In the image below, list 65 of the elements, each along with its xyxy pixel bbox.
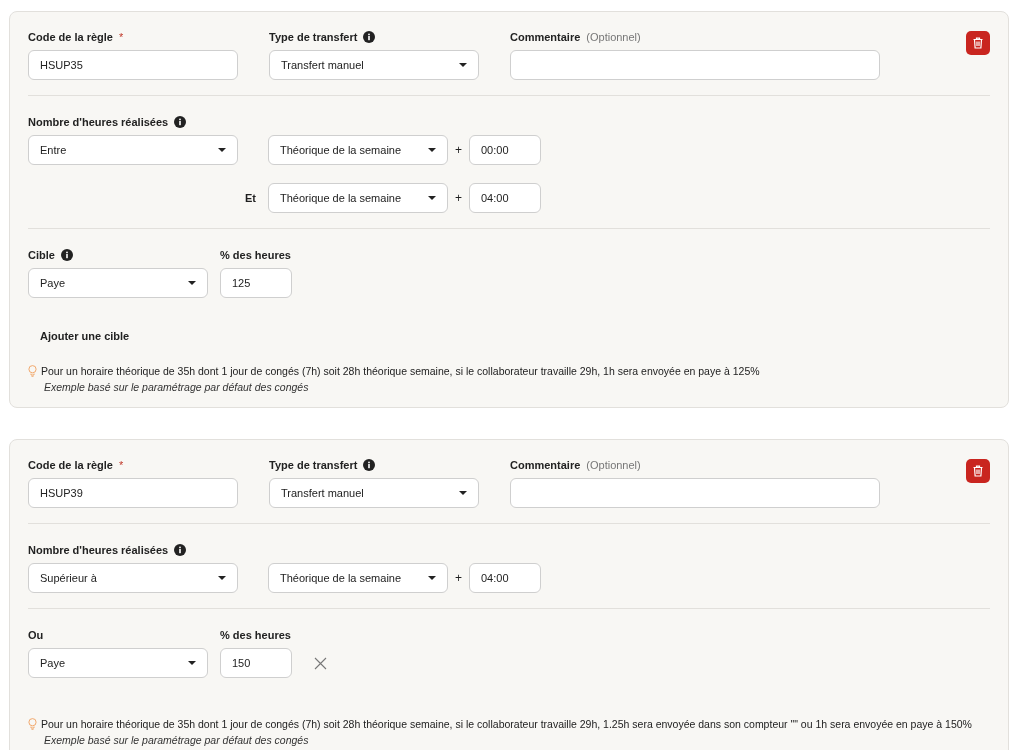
field-label: Nombre d'heures réalisées (28, 544, 169, 556)
info-icon (363, 459, 376, 471)
target-dropdown[interactable]: Paye (28, 648, 208, 678)
plus-sign: + (454, 571, 463, 585)
lightbulb-icon (28, 365, 37, 377)
caret-icon (218, 148, 226, 152)
operator-dropdown[interactable]: Entre (28, 135, 238, 165)
connector-label: Et (245, 192, 256, 204)
field-label: Code de la règle (28, 31, 113, 43)
field-label: Cible (28, 249, 55, 261)
caret-icon (428, 576, 436, 580)
info-icon (174, 544, 187, 556)
base-dropdown[interactable]: Théorique de la semaine (268, 183, 448, 213)
hint-note: Exemple basé sur le paramétrage par défaut des congés (44, 734, 310, 746)
caret-icon (188, 281, 196, 285)
caret-icon (428, 196, 436, 200)
caret-icon (459, 491, 467, 495)
add-target-link[interactable]: Ajouter une cible (40, 330, 130, 342)
offset-field[interactable]: 00:00 (469, 135, 541, 165)
plus-sign: + (454, 191, 463, 205)
field-label: % des heures (220, 249, 291, 261)
percent-field[interactable]: 150 (220, 648, 292, 678)
optional-hint: (Optionnel) (586, 459, 641, 471)
optional-hint: (Optionnel) (586, 31, 641, 43)
caret-icon (459, 63, 467, 67)
lightbulb-icon (28, 718, 37, 730)
close-icon (314, 656, 327, 670)
required-mark: * (119, 459, 124, 471)
field-label: Commentaire (510, 31, 581, 43)
remove-target-button[interactable] (314, 656, 327, 670)
offset-field[interactable]: 04:00 (469, 563, 541, 593)
trash-icon (972, 37, 984, 49)
comment-field[interactable] (510, 50, 880, 80)
target-dropdown[interactable]: Paye (28, 268, 208, 298)
plus-sign: + (454, 143, 463, 157)
caret-icon (218, 576, 226, 580)
base-dropdown[interactable]: Théorique de la semaine (268, 135, 448, 165)
comment-field[interactable] (510, 478, 880, 508)
caret-icon (188, 661, 196, 665)
hint-note: Exemple basé sur le paramétrage par défaut des congés (44, 381, 310, 393)
offset-field[interactable]: 04:00 (469, 183, 541, 213)
base-dropdown[interactable]: Théorique de la semaine (268, 563, 448, 593)
input-field[interactable]: HSUP39 (28, 478, 238, 508)
transfer-type-dropdown[interactable]: Transfert manuel (269, 478, 479, 508)
operator-dropdown[interactable]: Supérieur à (28, 563, 238, 593)
caret-icon (428, 148, 436, 152)
field-label: Nombre d'heures réalisées (28, 116, 169, 128)
field-label: Code de la règle (28, 459, 113, 471)
field-label: Ou (28, 629, 44, 641)
field-label: Type de transfert (269, 31, 358, 43)
hint-text: Pour un horaire théorique de 35h dont 1 jour de congés (7h) soit 28h théorique semaine, si le collaborateur travaille 29h, 1.25h sera envoyée dans son compteur "" ou 1h sera envoyée en paye à 150% (41, 718, 972, 730)
info-icon (363, 31, 376, 43)
info-icon (60, 249, 73, 261)
hint-text: Pour un horaire théorique de 35h dont 1 jour de congés (7h) soit 28h théorique semaine, si le collaborateur travaille 29h, 1h sera envoyée en paye à 125% (41, 365, 760, 377)
field-label: Type de transfert (269, 459, 358, 471)
field-label: % des heures (220, 629, 291, 641)
delete-button[interactable] (966, 31, 990, 55)
field-label: Commentaire (510, 459, 581, 471)
percent-field[interactable]: 125 (220, 268, 292, 298)
info-icon (174, 116, 187, 128)
trash-icon (972, 465, 984, 477)
required-mark: * (119, 31, 124, 43)
transfer-type-dropdown[interactable]: Transfert manuel (269, 50, 479, 80)
delete-button[interactable] (966, 459, 990, 483)
input-field[interactable]: HSUP35 (28, 50, 238, 80)
